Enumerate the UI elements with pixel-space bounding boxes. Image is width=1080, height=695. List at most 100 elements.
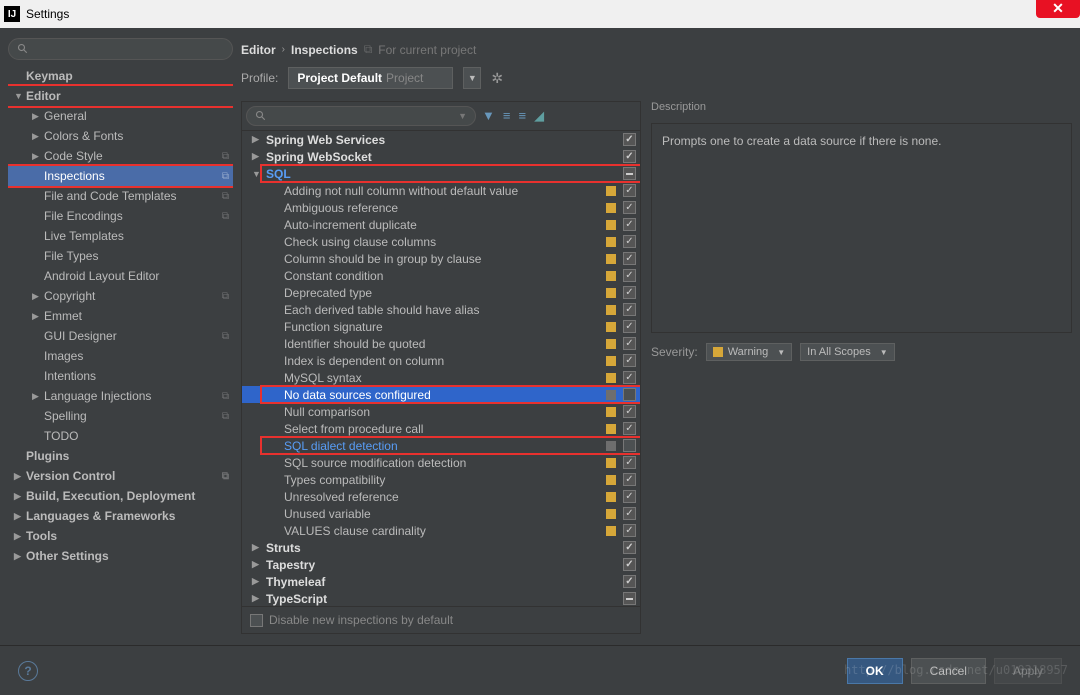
inspection-checkbox[interactable] <box>623 371 636 384</box>
inspection-checkbox[interactable] <box>623 354 636 367</box>
inspection-checkbox[interactable] <box>623 252 636 265</box>
chevron-icon[interactable]: ▶ <box>252 576 266 587</box>
inspection-checkbox[interactable] <box>623 133 636 146</box>
inspection-checkbox[interactable] <box>623 286 636 299</box>
inspection-checkbox[interactable] <box>623 507 636 520</box>
chevron-icon[interactable]: ▶ <box>252 151 266 162</box>
chevron-icon[interactable]: ▼ <box>252 169 266 179</box>
inspection-item-values-clause-cardinality[interactable]: VALUES clause cardinality <box>242 522 640 539</box>
inspection-checkbox[interactable] <box>623 150 636 163</box>
sidebar-item-android-layout-editor[interactable]: Android Layout Editor <box>8 266 233 286</box>
inspection-item-deprecated-type[interactable]: Deprecated type <box>242 284 640 301</box>
chevron-icon[interactable]: ▶ <box>252 593 266 604</box>
help-button[interactable]: ? <box>18 661 38 681</box>
sidebar-search-input[interactable] <box>8 38 233 60</box>
sidebar-item-tools[interactable]: ▶Tools <box>8 526 233 546</box>
inspection-item-sql-source-modification-detection[interactable]: SQL source modification detection <box>242 454 640 471</box>
inspection-category-sql[interactable]: ▼SQL <box>242 165 640 182</box>
chevron-icon[interactable]: ▶ <box>32 311 39 322</box>
sidebar-item-language-injections[interactable]: ▶Language Injections⧉ <box>8 386 233 406</box>
scope-select[interactable]: In All Scopes ▼ <box>800 343 895 361</box>
sidebar-item-inspections[interactable]: Inspections⧉ <box>8 166 233 186</box>
sidebar-item-colors-fonts[interactable]: ▶Colors & Fonts <box>8 126 233 146</box>
inspection-checkbox[interactable] <box>623 490 636 503</box>
inspection-category-tapestry[interactable]: ▶Tapestry <box>242 556 640 573</box>
chevron-icon[interactable]: ▶ <box>252 559 266 570</box>
inspection-item-index-is-dependent-on-column[interactable]: Index is dependent on column <box>242 352 640 369</box>
sidebar-item-build-execution-deployment[interactable]: ▶Build, Execution, Deployment <box>8 486 233 506</box>
sidebar-item-languages-frameworks[interactable]: ▶Languages & Frameworks <box>8 506 233 526</box>
chevron-icon[interactable]: ▶ <box>32 151 39 162</box>
disable-checkbox[interactable] <box>250 614 263 627</box>
inspection-item-adding-not-null-column-without-default-value[interactable]: Adding not null column without default v… <box>242 182 640 199</box>
inspection-checkbox[interactable] <box>623 269 636 282</box>
sidebar-item-keymap[interactable]: Keymap <box>8 66 233 86</box>
inspection-checkbox[interactable] <box>623 558 636 571</box>
chevron-icon[interactable]: ▶ <box>32 111 39 122</box>
inspection-checkbox[interactable] <box>623 524 636 537</box>
sidebar-item-intentions[interactable]: Intentions <box>8 366 233 386</box>
chevron-icon[interactable]: ▼ <box>14 91 23 101</box>
disable-new-row[interactable]: Disable new inspections by default <box>242 606 640 633</box>
inspection-item-constant-condition[interactable]: Constant condition <box>242 267 640 284</box>
inspection-checkbox[interactable] <box>623 541 636 554</box>
chevron-icon[interactable]: ▶ <box>14 531 21 542</box>
chevron-icon[interactable]: ▶ <box>32 131 39 142</box>
sidebar-item-emmet[interactable]: ▶Emmet <box>8 306 233 326</box>
cancel-button[interactable]: Cancel <box>911 658 986 684</box>
filter-icon[interactable]: ▼ <box>482 108 495 124</box>
inspection-item-ambiguous-reference[interactable]: Ambiguous reference <box>242 199 640 216</box>
inspection-category-struts[interactable]: ▶Struts <box>242 539 640 556</box>
inspection-checkbox[interactable] <box>623 405 636 418</box>
sidebar-item-file-and-code-templates[interactable]: File and Code Templates⧉ <box>8 186 233 206</box>
inspections-tree[interactable]: ▶Spring Web Services▶Spring WebSocket▼SQ… <box>242 131 640 606</box>
inspection-item-sql-dialect-detection[interactable]: SQL dialect detection <box>242 437 640 454</box>
chevron-icon[interactable]: ▶ <box>14 471 21 482</box>
severity-select[interactable]: Warning ▼ <box>706 343 792 361</box>
collapse-all-icon[interactable]: ≡ <box>518 108 526 124</box>
inspection-checkbox[interactable] <box>623 303 636 316</box>
inspection-search-input[interactable]: ▼ <box>246 106 476 126</box>
inspection-item-mysql-syntax[interactable]: MySQL syntax <box>242 369 640 386</box>
sidebar-item-other-settings[interactable]: ▶Other Settings <box>8 546 233 566</box>
sidebar-item-todo[interactable]: TODO <box>8 426 233 446</box>
inspection-checkbox[interactable] <box>623 235 636 248</box>
inspection-checkbox[interactable] <box>623 575 636 588</box>
chevron-icon[interactable]: ▶ <box>14 511 21 522</box>
sidebar-item-version-control[interactable]: ▶Version Control⧉ <box>8 466 233 486</box>
profile-select[interactable]: Project Default Project <box>288 67 453 89</box>
inspection-item-unresolved-reference[interactable]: Unresolved reference <box>242 488 640 505</box>
chevron-icon[interactable]: ▶ <box>14 551 21 562</box>
gear-icon[interactable]: ✲ <box>491 70 503 87</box>
chevron-down-icon[interactable]: ▼ <box>458 111 467 121</box>
sidebar-item-file-types[interactable]: File Types <box>8 246 233 266</box>
inspection-checkbox[interactable] <box>623 422 636 435</box>
sidebar-item-spelling[interactable]: Spelling⧉ <box>8 406 233 426</box>
sidebar-item-copyright[interactable]: ▶Copyright⧉ <box>8 286 233 306</box>
sidebar-item-live-templates[interactable]: Live Templates <box>8 226 233 246</box>
chevron-icon[interactable]: ▶ <box>32 391 39 402</box>
inspection-category-typescript[interactable]: ▶TypeScript <box>242 590 640 606</box>
inspection-checkbox[interactable] <box>623 456 636 469</box>
inspection-checkbox[interactable] <box>623 388 636 401</box>
inspection-item-select-from-procedure-call[interactable]: Select from procedure call <box>242 420 640 437</box>
inspection-item-no-data-sources-configured[interactable]: No data sources configured <box>242 386 640 403</box>
inspection-item-null-comparison[interactable]: Null comparison <box>242 403 640 420</box>
ok-button[interactable]: OK <box>847 658 903 684</box>
chevron-icon[interactable]: ▶ <box>252 542 266 553</box>
inspection-checkbox[interactable] <box>623 167 636 180</box>
sidebar-item-plugins[interactable]: Plugins <box>8 446 233 466</box>
sidebar-item-editor[interactable]: ▼Editor <box>8 86 233 106</box>
inspection-item-each-derived-table-should-have-alias[interactable]: Each derived table should have alias <box>242 301 640 318</box>
inspection-checkbox[interactable] <box>623 439 636 452</box>
inspection-checkbox[interactable] <box>623 201 636 214</box>
apply-button[interactable]: Apply <box>994 658 1062 684</box>
inspection-category-spring-websocket[interactable]: ▶Spring WebSocket <box>242 148 640 165</box>
expand-all-icon[interactable]: ≡ <box>503 108 511 124</box>
inspection-checkbox[interactable] <box>623 184 636 197</box>
inspection-checkbox[interactable] <box>623 218 636 231</box>
reset-icon[interactable]: ◢ <box>534 108 544 124</box>
chevron-icon[interactable]: ▶ <box>14 491 21 502</box>
sidebar-item-images[interactable]: Images <box>8 346 233 366</box>
inspection-category-thymeleaf[interactable]: ▶Thymeleaf <box>242 573 640 590</box>
